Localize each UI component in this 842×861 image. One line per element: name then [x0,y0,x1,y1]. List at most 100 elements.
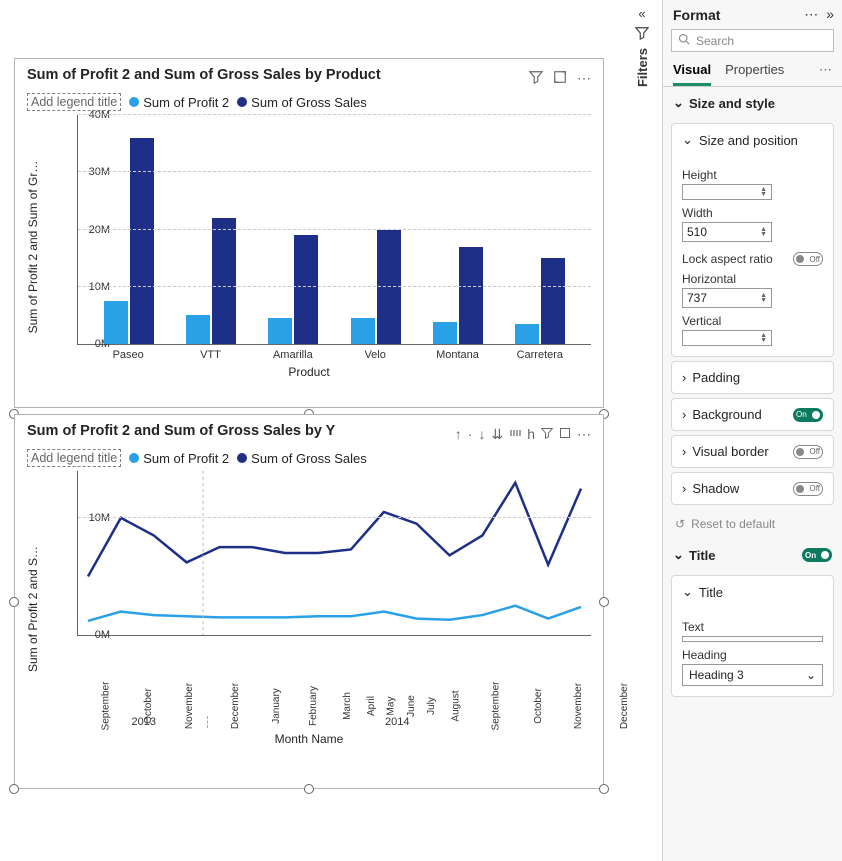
line-series[interactable] [88,606,581,621]
card-header-title[interactable]: ⌄ Title [672,576,833,608]
expand-pane-icon[interactable]: » [826,6,834,23]
bar[interactable] [130,138,154,344]
resize-handle[interactable] [9,597,19,607]
input-width[interactable]: 510▲▼ [682,222,772,242]
x-tick: Amarilla [252,345,334,361]
resize-handle[interactable] [599,597,609,607]
resize-handle[interactable] [599,784,609,794]
toggle-background[interactable]: On [793,408,823,422]
card-header-padding[interactable]: › Padding [672,362,833,393]
section-title[interactable]: ⌄ Title On [663,539,842,571]
filters-pane-collapsed[interactable]: « Filters [630,6,654,87]
legend-swatch-profit [129,453,139,463]
bar-x-axis-label: Product [27,365,591,379]
focus-mode-icon[interactable] [553,70,567,87]
chevron-down-icon: ⌄ [682,584,693,600]
input-vertical[interactable]: ▲▼ [682,330,772,346]
reset-to-default[interactable]: ↺ Reset to default [663,509,842,539]
bar[interactable] [541,258,565,344]
gridline [78,286,591,287]
filter-icon[interactable] [529,70,543,87]
card-visual-border: › Visual border Off [671,435,834,468]
filter-icon[interactable] [541,426,553,443]
card-shadow: › Shadow Off [671,472,834,505]
input-height[interactable]: ▲▼ [682,184,772,200]
card-header-background[interactable]: › Background On [672,399,833,430]
bar[interactable] [515,324,539,344]
dropdown-heading[interactable]: Heading 3⌄ [682,664,823,686]
bar-group [88,115,170,344]
input-horizontal[interactable]: 737▲▼ [682,288,772,308]
section-size-and-style[interactable]: ⌄ Size and style [663,87,842,119]
tab-properties[interactable]: Properties [725,62,784,86]
bar[interactable] [377,230,401,345]
label-height: Height [682,168,823,182]
expand-filters-icon[interactable]: « [633,6,651,20]
drill-up-icon[interactable]: ↑ [455,426,462,443]
more-options-icon[interactable]: ⋯ [804,6,818,23]
x-tick: Montana [416,345,498,361]
hierarchy-icon[interactable]: h [527,426,535,443]
bar[interactable] [459,247,483,344]
chevron-down-icon: ⌄ [682,132,693,148]
bar[interactable] [186,315,210,344]
more-options-icon[interactable]: ⋯ [577,426,591,443]
bar[interactable] [212,218,236,344]
legend-swatch-profit [129,97,139,107]
chevron-right-icon: › [682,407,686,422]
line-y-axis-label: Sum of Profit 2 and S… [26,545,40,671]
spinner-icon[interactable]: ▲▼ [760,293,767,303]
filter-icon [633,26,651,40]
toggle-shadow[interactable]: Off [793,482,823,496]
bar-chart-visual[interactable]: Sum of Profit 2 and Sum of Gross Sales b… [14,58,604,408]
expand-down-icon[interactable] [509,426,521,443]
bar[interactable] [104,301,128,344]
label-lock-aspect: Lock aspect ratio [682,252,773,266]
bar[interactable] [351,318,375,344]
card-title: ⌄ Title Text Heading Heading 3⌄ [671,575,834,697]
bar-group [499,115,581,344]
label-heading: Heading [682,648,823,662]
drill-down-icon[interactable]: ↓ [478,426,485,443]
gridline [78,171,591,172]
card-header-visual-border[interactable]: › Visual border Off [672,436,833,467]
bar[interactable] [433,322,457,344]
resize-handle[interactable] [9,784,19,794]
label-vertical: Vertical [682,314,823,328]
bar[interactable] [294,235,318,344]
line-x-axis-label: Month Name [27,732,591,746]
tabs-overflow-icon[interactable]: ⋯ [819,62,832,86]
input-title-text[interactable] [682,636,823,642]
card-header-size-position[interactable]: ⌄ Size and position [672,124,833,156]
spinner-icon[interactable]: ▲▼ [760,227,767,237]
x-tick: Velo [334,345,416,361]
line-legend: Add legend title Sum of Profit 2 Sum of … [27,449,591,467]
format-search-input[interactable]: Search [671,29,834,52]
more-options-icon[interactable]: ⋯ [577,70,591,87]
spinner-icon[interactable]: ▲▼ [760,333,767,343]
legend-title-placeholder[interactable]: Add legend title [27,449,121,467]
spinner-icon[interactable]: ▲▼ [760,187,767,197]
tab-visual[interactable]: Visual [673,62,711,86]
gridline [78,229,591,230]
focus-mode-icon[interactable] [559,426,571,443]
bar-group [252,115,334,344]
format-pane-title: Format [673,7,720,23]
x-tick: Carretera [499,345,581,361]
card-header-shadow[interactable]: › Shadow Off [672,473,833,504]
bar[interactable] [268,318,292,344]
bar-legend: Add legend title Sum of Profit 2 Sum of … [27,93,591,111]
chevron-right-icon: › [682,444,686,459]
resize-handle[interactable] [304,784,314,794]
chevron-right-icon: › [682,370,686,385]
line-chart-visual[interactable]: Sum of Profit 2 and Sum of Gross Sales b… [14,414,604,789]
toggle-lock-aspect[interactable]: Off [793,252,823,266]
line-series[interactable] [88,483,581,577]
toggle-title[interactable]: On [802,548,832,562]
next-level-icon[interactable]: ⇊ [491,426,503,443]
report-canvas[interactable]: Sum of Profit 2 and Sum of Gross Sales b… [0,0,625,861]
legend-label: Sum of Gross Sales [251,95,367,110]
toggle-visual-border[interactable]: Off [793,445,823,459]
drill-mode-icon[interactable]: · [468,426,473,443]
label-horizontal: Horizontal [682,272,823,286]
